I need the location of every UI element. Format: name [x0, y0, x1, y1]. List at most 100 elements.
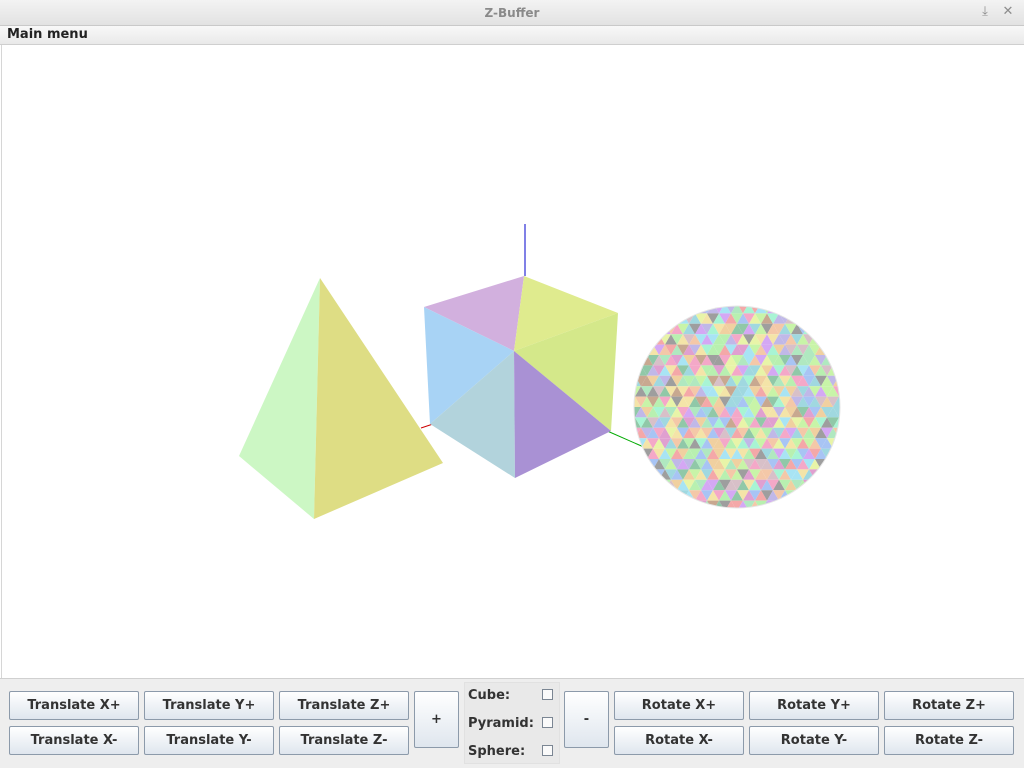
sphere-facet	[851, 293, 863, 303]
minimize-icon[interactable]: ⤓	[977, 4, 993, 20]
rotate-x-plus-button[interactable]: Rotate X+	[614, 691, 744, 720]
sphere-facet	[659, 306, 671, 314]
sphere-facet	[617, 386, 629, 396]
sphere-facet	[839, 438, 840, 449]
sphere-facet	[863, 355, 875, 365]
sphere-facet	[821, 313, 833, 324]
sphere-facet	[833, 344, 840, 355]
sphere-facet	[851, 345, 863, 355]
sphere-facet	[634, 490, 641, 501]
sphere-facet	[665, 521, 677, 531]
sphere-facet	[701, 511, 713, 521]
translate-y-minus-button[interactable]: Translate Y-	[144, 726, 274, 755]
sphere-facet	[713, 293, 725, 303]
close-icon[interactable]: ✕	[1000, 4, 1016, 20]
cube-checkbox[interactable]	[542, 689, 553, 700]
sphere-facet	[695, 511, 707, 521]
sphere-facet	[833, 293, 845, 303]
sphere-facet	[863, 480, 875, 490]
sphere-facet	[743, 511, 755, 521]
sphere-facet	[803, 490, 815, 501]
sphere-facet	[725, 293, 737, 303]
sphere-facet	[869, 521, 881, 531]
sphere-facet	[737, 521, 749, 531]
sphere-facet	[833, 448, 840, 459]
sphere-facet	[629, 511, 641, 521]
sphere-facet	[647, 490, 659, 501]
sphere-facet	[833, 459, 840, 470]
sphere-facet	[659, 500, 671, 508]
sphere-facet	[779, 293, 791, 303]
sphere-facet	[641, 479, 653, 491]
sphere-facet	[634, 323, 641, 335]
sphere-facet	[634, 500, 635, 508]
sphere-facet	[635, 459, 647, 470]
sphere-facet	[671, 293, 683, 303]
sphere-facet	[634, 448, 635, 459]
sphere-facet	[833, 355, 840, 366]
sphere-facet	[827, 293, 839, 303]
sphere-facet	[815, 293, 827, 303]
sphere-facet	[634, 500, 641, 508]
sphere-facet	[635, 469, 647, 480]
sphere-facet	[857, 324, 869, 334]
sphere-facet	[677, 293, 689, 303]
scene-render	[239, 224, 881, 531]
translate-x-plus-button[interactable]: Translate X+	[9, 691, 139, 720]
sphere-facet	[851, 376, 863, 386]
sphere-facet	[845, 303, 857, 313]
sphere-facet	[634, 459, 635, 470]
rotate-x-minus-button[interactable]: Rotate X-	[614, 726, 744, 755]
sphere-facet	[773, 293, 785, 303]
sphere-facet	[641, 306, 653, 314]
sphere-facet	[839, 375, 840, 387]
sphere-facet	[773, 511, 785, 521]
sphere-facet	[634, 355, 635, 366]
control-panel: Translate X+ Translate Y+ Translate Z+ T…	[0, 678, 1024, 768]
rotate-y-plus-button[interactable]: Rotate Y+	[749, 691, 879, 720]
sphere-facet	[827, 334, 839, 345]
sphere-facet	[857, 345, 869, 355]
translate-z-plus-button[interactable]: Translate Z+	[279, 691, 409, 720]
sphere-facet	[629, 521, 641, 531]
sphere-facet	[851, 334, 863, 344]
rotate-z-plus-button[interactable]: Rotate Z+	[884, 691, 1014, 720]
rotate-y-minus-button[interactable]: Rotate Y-	[749, 726, 879, 755]
sphere-facet	[845, 386, 857, 396]
sphere-facet	[839, 417, 840, 428]
translate-z-minus-button[interactable]: Translate Z-	[279, 726, 409, 755]
main-menu[interactable]: Main menu	[7, 27, 88, 42]
sphere-facet	[833, 490, 840, 501]
sphere-facet	[659, 293, 671, 303]
sphere-facet	[677, 500, 689, 508]
sphere-facet	[803, 521, 815, 531]
sphere-facet	[635, 490, 647, 501]
sphere-facet	[809, 479, 821, 491]
sphere-facet	[845, 293, 857, 303]
sphere-facet	[839, 448, 840, 459]
sphere-facet	[677, 511, 689, 521]
sphere-facet	[701, 293, 713, 303]
sphere-facet	[737, 293, 749, 303]
sphere-facet	[845, 365, 857, 375]
sphere-facet	[815, 521, 827, 531]
sphere-facet	[863, 407, 875, 417]
sphere-facet	[785, 500, 797, 508]
translate-x-minus-button[interactable]: Translate X-	[9, 726, 139, 755]
sphere-facet	[809, 323, 821, 335]
scale-plus-button[interactable]: +	[414, 691, 459, 748]
sphere-checkbox[interactable]	[542, 745, 553, 756]
sphere-facet	[725, 511, 737, 521]
sphere-facet	[634, 313, 635, 324]
pyramid-checkbox[interactable]	[542, 717, 553, 728]
sphere-facet	[857, 365, 869, 375]
translate-y-plus-button[interactable]: Translate Y+	[144, 691, 274, 720]
sphere-facet	[659, 521, 671, 531]
rotate-z-minus-button[interactable]: Rotate Z-	[884, 726, 1014, 755]
scale-minus-button[interactable]: -	[564, 691, 609, 748]
sphere-facet	[839, 323, 840, 335]
sphere-facet	[833, 469, 840, 480]
sphere-facet	[839, 344, 840, 355]
sphere-facet	[803, 479, 815, 491]
sphere-facet	[863, 428, 875, 438]
